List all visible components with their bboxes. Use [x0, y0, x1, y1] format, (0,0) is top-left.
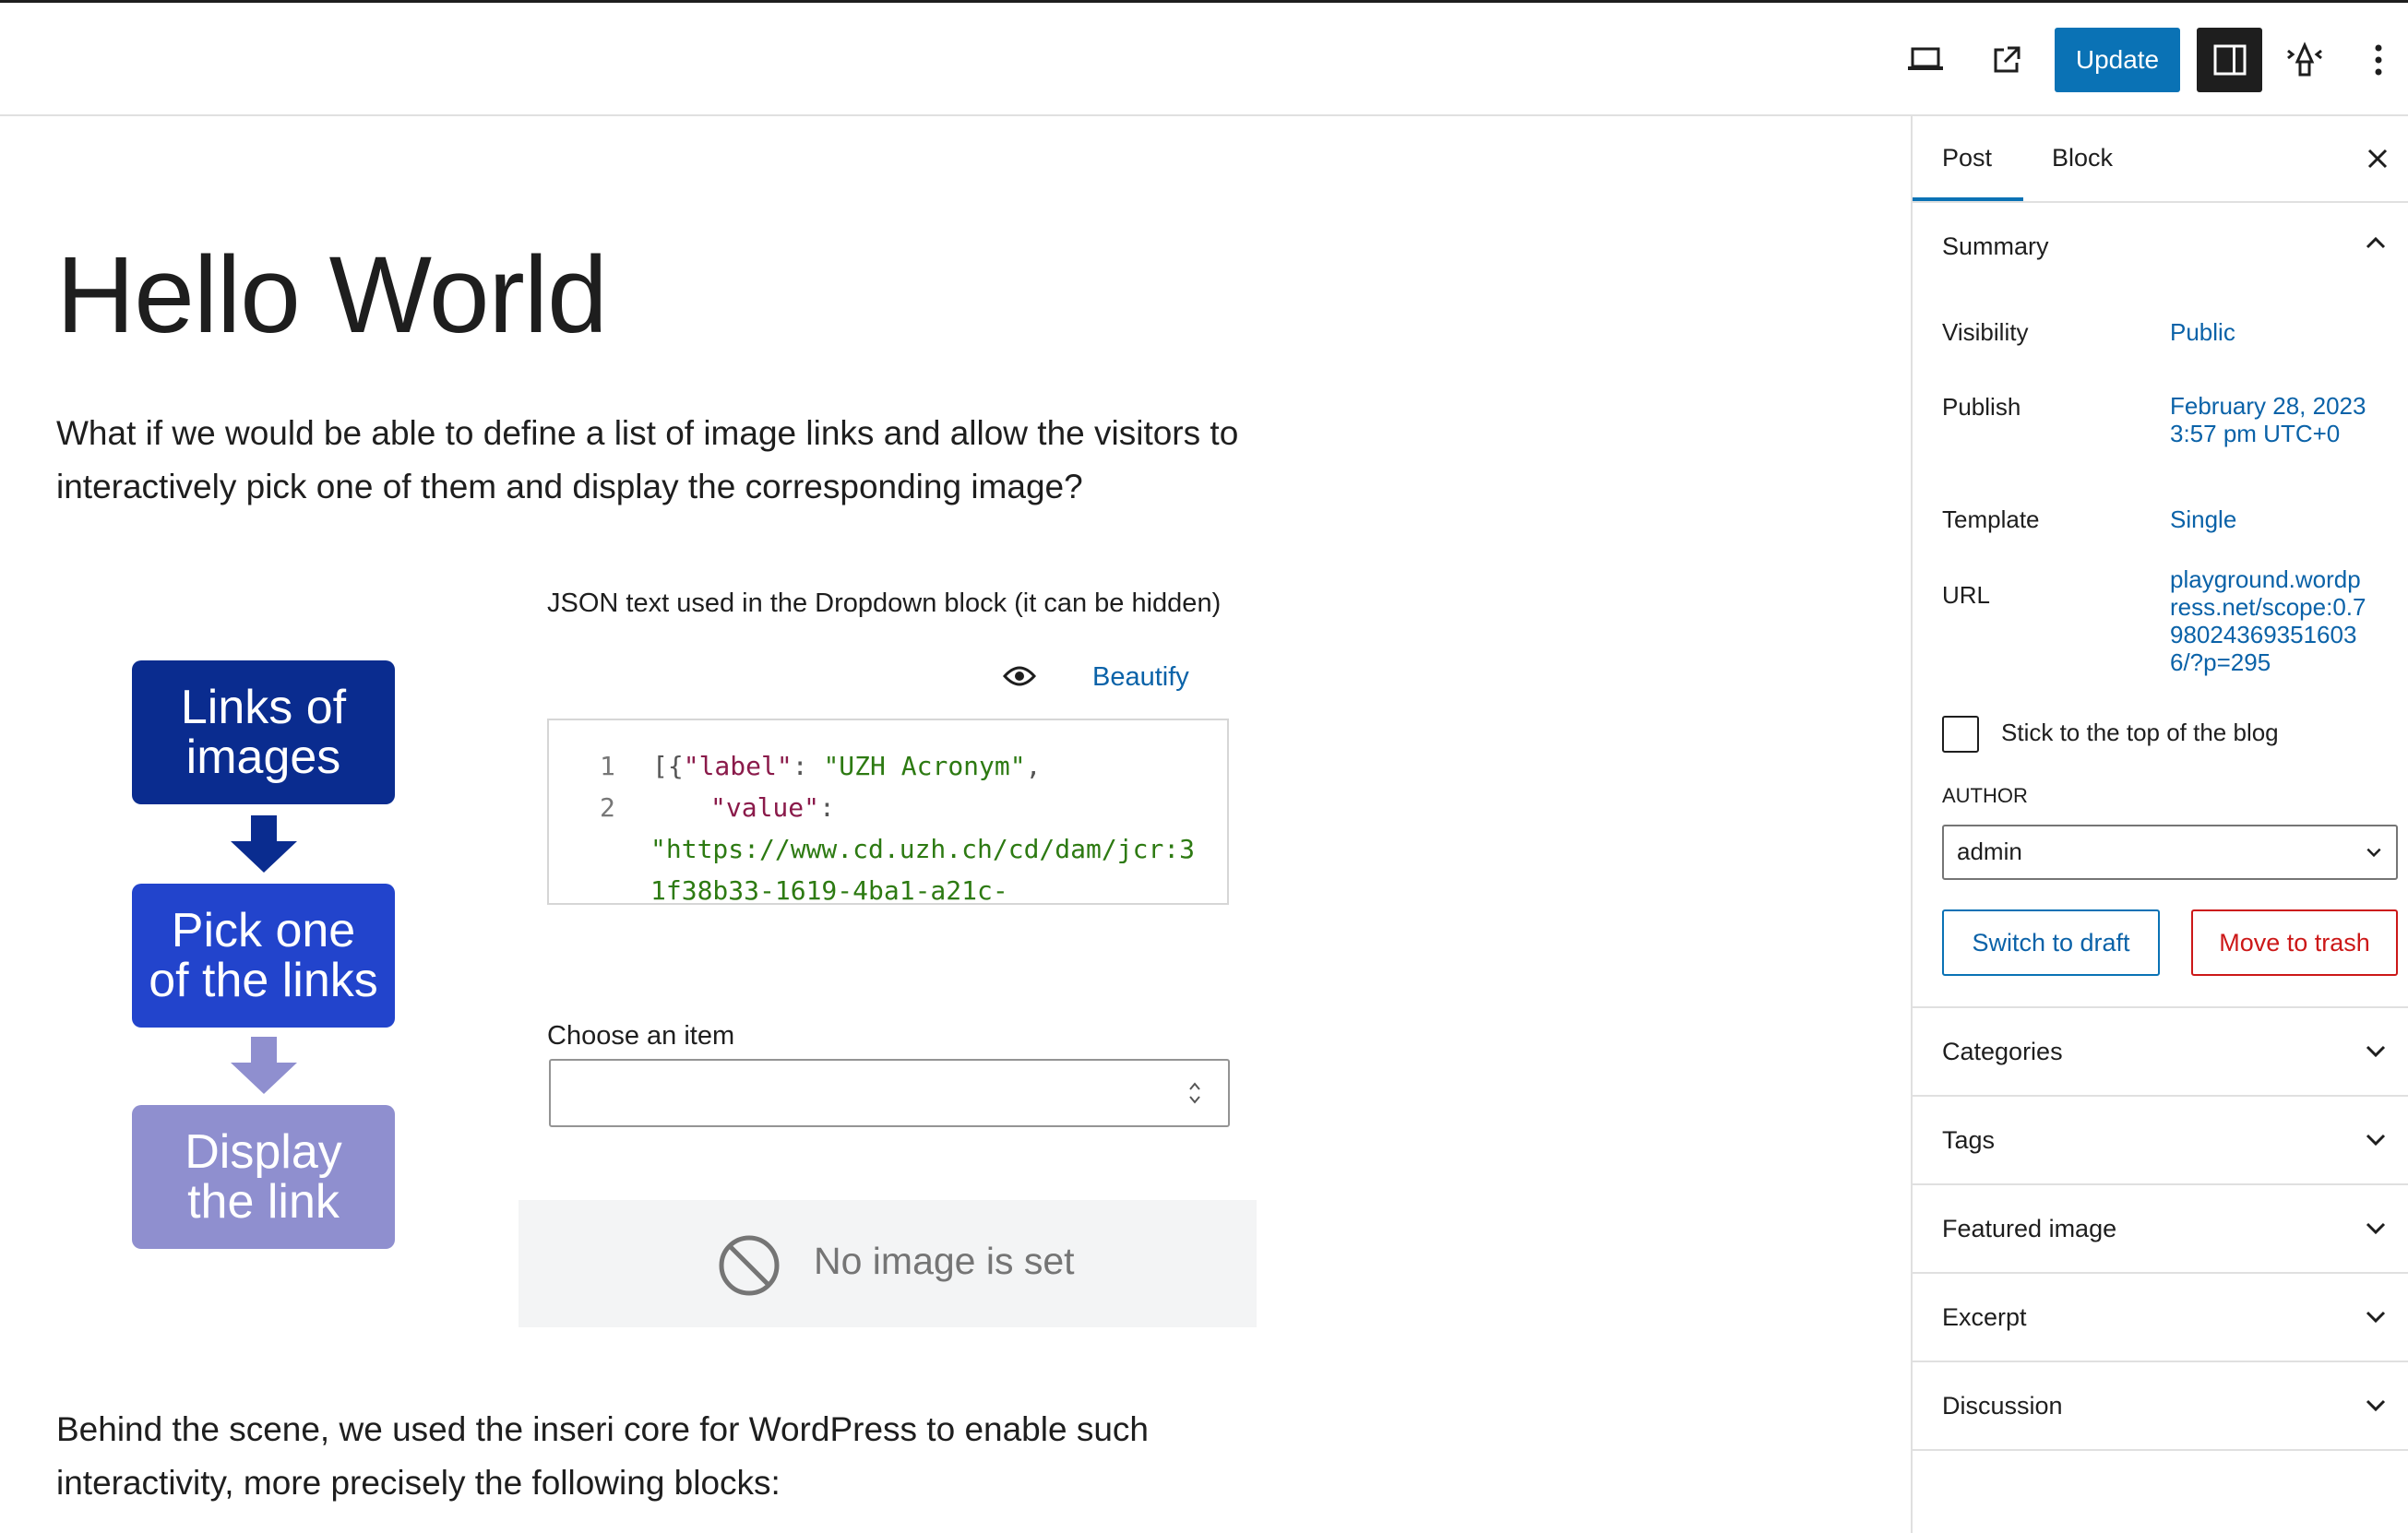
- chevron-down-icon[interactable]: [2365, 1128, 2387, 1150]
- panel-divider: [1913, 1006, 2408, 1008]
- sticky-checkbox[interactable]: [1942, 716, 1979, 753]
- code-line-3: "https://www.cd.uzh.ch/cd/dam/jcr:3: [650, 834, 1196, 864]
- code-key-label: "label": [683, 751, 793, 781]
- chevron-down-icon[interactable]: [2365, 1394, 2387, 1416]
- url-value[interactable]: playground.wordp ress.net/scope:0.7 9802…: [2170, 565, 2366, 676]
- item-dropdown[interactable]: [549, 1059, 1230, 1127]
- dropdown-label: Choose an item: [547, 1021, 735, 1051]
- panel-divider: [1913, 1272, 2408, 1274]
- json-code-editor[interactable]: 1 2 [{"label": "UZH Acronym", "value": "…: [547, 719, 1229, 905]
- beautify-button[interactable]: Beautify: [1092, 662, 1189, 693]
- url-line3: 98024369351603: [2170, 621, 2357, 648]
- more-options-icon[interactable]: [2360, 38, 2397, 82]
- panel-summary-title[interactable]: Summary: [1942, 232, 2049, 261]
- switch-to-draft-button[interactable]: Switch to draft: [1942, 909, 2160, 976]
- url-label: URL: [1942, 581, 1991, 609]
- outro-line-1: Behind the scene, we used the inseri cor…: [56, 1410, 1149, 1448]
- update-button[interactable]: Update: [2055, 28, 2180, 92]
- inseri-plugin-icon[interactable]: [2283, 38, 2327, 82]
- code-line-1: [{"label": "UZH Acronym",: [652, 751, 1041, 781]
- code-value-label: "UZH Acronym": [823, 751, 1026, 781]
- move-to-trash-button[interactable]: Move to trash: [2191, 909, 2398, 976]
- flow-arrow-2: [231, 1037, 297, 1094]
- view-post-icon[interactable]: [1986, 40, 2027, 80]
- chevron-down-icon[interactable]: [2365, 1217, 2387, 1239]
- sidebar-icon: [2213, 44, 2246, 76]
- outro-line-2: interactivity, more precisely the follow…: [56, 1464, 781, 1502]
- publish-date[interactable]: February 28, 2023 3:57 pm UTC+0: [2170, 392, 2366, 447]
- line-number-2: 2: [600, 792, 615, 823]
- panel-tags[interactable]: Tags: [1942, 1126, 1995, 1155]
- author-label: AUTHOR: [1942, 784, 2028, 807]
- panel-categories[interactable]: Categories: [1942, 1038, 2063, 1066]
- visibility-label: Visibility: [1942, 318, 2029, 346]
- url-line1: playground.wordp: [2170, 565, 2361, 593]
- flow-box-pick-line1: Pick one: [171, 904, 356, 957]
- template-value[interactable]: Single: [2170, 505, 2236, 533]
- post-title[interactable]: Hello World: [56, 241, 608, 350]
- flow-box-display-line2: the link: [187, 1175, 340, 1229]
- code-comma: ,: [1025, 751, 1042, 781]
- preview-device-icon[interactable]: [1905, 40, 1946, 80]
- panel-excerpt[interactable]: Excerpt: [1942, 1303, 2027, 1332]
- sticky-label: Stick to the top of the blog: [2001, 719, 2279, 746]
- panel-featured-image[interactable]: Featured image: [1942, 1215, 2116, 1243]
- editor-canvas: Hello World What if we would be able to …: [0, 116, 1911, 1533]
- code-line-4: 1f38b33-1619-4ba1-a21c-: [650, 875, 1008, 905]
- flow-box-links: Links of images: [132, 660, 395, 804]
- chevron-down-icon: [2366, 848, 2381, 858]
- intro-line-2: interactively pick one of them and displ…: [56, 468, 1083, 505]
- flow-box-display: Display the link: [132, 1105, 395, 1249]
- intro-line-1: What if we would be able to define a lis…: [56, 414, 1239, 452]
- tabs-divider: [1913, 201, 2408, 203]
- flow-arrow-1: [231, 815, 297, 873]
- outro-paragraph[interactable]: Behind the scene, we used the inseri cor…: [56, 1403, 1149, 1510]
- chevron-down-icon[interactable]: [2365, 1040, 2387, 1062]
- flow-box-display-line1: Display: [185, 1125, 342, 1179]
- code-colon-2: :: [819, 792, 835, 823]
- code-bracket: [{: [652, 751, 684, 781]
- panel-divider: [1913, 1095, 2408, 1097]
- publish-date-line2: 3:57 pm UTC+0: [2170, 420, 2341, 447]
- flow-box-pick: Pick one of the links: [132, 884, 395, 1028]
- editor-toolbar: Update: [0, 3, 2408, 116]
- code-key-value: "value": [710, 792, 820, 823]
- json-block-label: JSON text used in the Dropdown block (it…: [547, 588, 1222, 618]
- panel-divider: [1913, 1183, 2408, 1185]
- no-image-icon: [719, 1235, 780, 1296]
- visibility-value[interactable]: Public: [2170, 318, 2235, 346]
- author-value: admin: [1957, 838, 2022, 865]
- tab-post[interactable]: Post: [1942, 144, 1992, 172]
- tab-block[interactable]: Block: [2052, 144, 2113, 172]
- up-down-chevron-icon: [1189, 1082, 1200, 1104]
- panel-divider: [1913, 1361, 2408, 1362]
- author-select[interactable]: admin: [1942, 825, 2398, 880]
- eye-icon[interactable]: [1003, 664, 1036, 688]
- template-label: Template: [1942, 505, 2040, 533]
- intro-paragraph[interactable]: What if we would be able to define a lis…: [56, 407, 1238, 514]
- flow-box-links-line1: Links of: [180, 681, 347, 734]
- panel-divider: [1913, 1449, 2408, 1451]
- panel-discussion[interactable]: Discussion: [1942, 1392, 2063, 1420]
- chevron-down-icon[interactable]: [2365, 1305, 2387, 1327]
- chevron-up-icon[interactable]: [2365, 232, 2387, 255]
- flow-box-links-line2: images: [185, 731, 341, 784]
- url-line4: 6/?p=295: [2170, 648, 2271, 676]
- close-icon[interactable]: [2366, 148, 2389, 170]
- settings-toggle-button[interactable]: [2197, 28, 2262, 92]
- publish-label: Publish: [1942, 393, 2021, 421]
- settings-sidebar: Post Block Summary Visibility Public Pub…: [1911, 116, 2408, 1533]
- publish-date-line1: February 28, 2023: [2170, 392, 2366, 420]
- url-line2: ress.net/scope:0.7: [2170, 593, 2366, 621]
- line-number-1: 1: [600, 751, 615, 781]
- code-colon: :: [792, 751, 824, 781]
- no-image-text: No image is set: [814, 1240, 1075, 1282]
- flow-box-pick-line2: of the links: [149, 954, 378, 1007]
- code-line-2: "value":: [710, 792, 835, 823]
